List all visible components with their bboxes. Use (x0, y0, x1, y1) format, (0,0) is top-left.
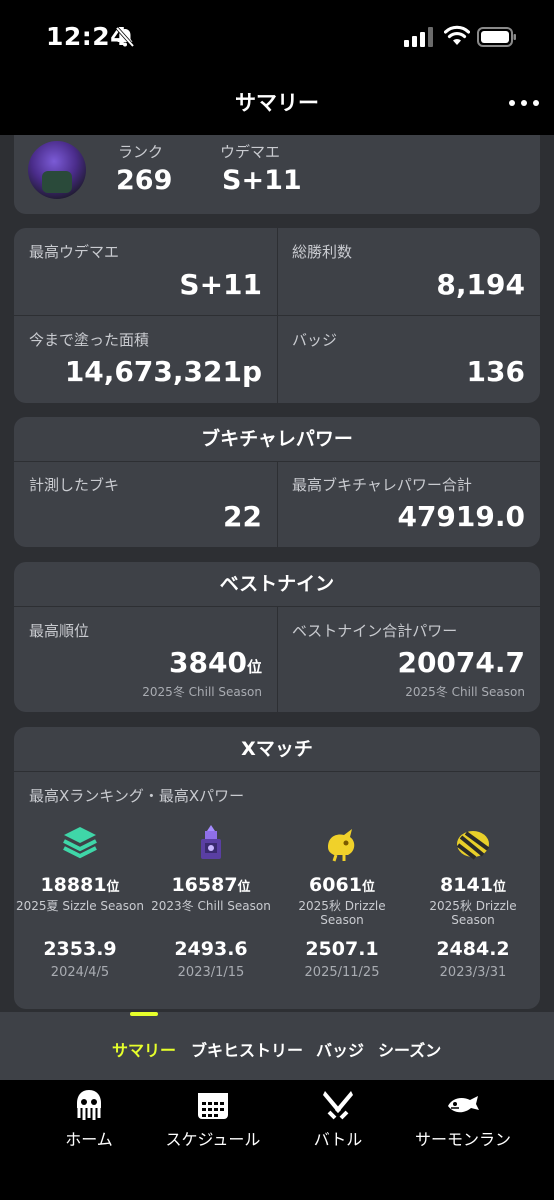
weapon-power-title: ブキチャレパワー (201, 428, 353, 450)
bottom-navigation: ホーム スケジュール バトル サーモンラン (0, 1080, 554, 1200)
x-entry-season: 2025秋 Drizzle Season (298, 899, 386, 927)
nav-home-label: ホーム (65, 1130, 113, 1149)
x-entry-rank: 8141位 (440, 874, 506, 896)
profile-card: ランク 269 ウデマエ S+11 (14, 135, 540, 214)
crossed-weapons-icon (323, 1091, 353, 1120)
bell-muted-icon (115, 26, 135, 48)
badges-label: バッジ (292, 331, 338, 349)
best-nine-power-value: 20074.7 (397, 646, 525, 679)
status-bar: 12:24 (0, 0, 554, 75)
x-match-title: Xマッチ (241, 738, 313, 760)
summary-content[interactable]: ランク 269 ウデマエ S+11 最高ウデマエ S+11 総勝利数 8,194… (0, 135, 554, 1012)
best-nine-card: ベストナイン 最高順位 3840位 2025冬 Chill Season ベスト… (14, 562, 540, 712)
best-nine-power-season: 2025冬 Chill Season (405, 685, 525, 699)
nav-schedule[interactable]: スケジュール (148, 1088, 278, 1150)
clam-blitz-icon (456, 831, 490, 860)
rainmaker-icon (328, 829, 355, 862)
x-entry-splat-zones (15, 823, 145, 863)
tower-control-icon (201, 825, 221, 859)
painted-value: 14,673,321p (64, 355, 262, 388)
x-entry-season: 2025夏 Sizzle Season (16, 899, 144, 913)
x-entry-power: 2484.2 (436, 938, 510, 960)
udemae-value: S+11 (222, 165, 302, 196)
x-entry-rank: 18881位 (40, 874, 120, 896)
salmon-icon (448, 1096, 479, 1113)
battery-icon (477, 27, 516, 47)
active-tab-indicator (130, 1012, 158, 1016)
app-header: サマリー (0, 75, 554, 135)
x-entry-power: 2353.9 (43, 938, 117, 960)
tab-seasons[interactable]: シーズン (378, 1037, 441, 1061)
x-entry-date: 2023/3/31 (439, 965, 507, 980)
badges-value: 136 (466, 355, 525, 388)
nav-battle[interactable]: バトル (273, 1088, 403, 1150)
x-entry-date: 2024/4/5 (50, 965, 110, 980)
nav-home[interactable]: ホーム (24, 1088, 154, 1150)
splat-zones-icon (63, 827, 97, 859)
max-weapon-power-label: 最高ブキチャレパワー合計 (292, 476, 472, 494)
max-rank-label: 最高順位 (29, 622, 90, 640)
x-entry-power: 2493.6 (174, 938, 248, 960)
x-entry-season: 2025秋 Drizzle Season (429, 899, 517, 927)
painted-label: 今まで塗った面積 (29, 331, 150, 349)
x-entry-date: 2023/1/15 (177, 965, 245, 980)
max-weapon-power-value: 47919.0 (397, 500, 525, 533)
cellular-signal-icon (404, 27, 433, 47)
max-rank-value: 3840位 (169, 646, 262, 679)
tab-badges[interactable]: バッジ (316, 1037, 364, 1061)
tab-summary[interactable]: サマリー (112, 1037, 176, 1061)
squid-home-icon (77, 1090, 101, 1120)
wins-label: 総勝利数 (292, 243, 353, 261)
more-options-icon[interactable] (508, 97, 540, 109)
summary-tab-bar: サマリー ブキヒストリー バッジ シーズン (0, 1012, 554, 1080)
nav-battle-label: バトル (313, 1130, 363, 1149)
max-udemae-value: S+11 (179, 268, 262, 301)
x-entry-power: 2507.1 (305, 938, 379, 960)
rank-value: 269 (116, 165, 173, 196)
x-entry-clam-blitz (408, 823, 538, 863)
wifi-icon (444, 25, 470, 45)
x-entry-season: 2023冬 Chill Season (151, 899, 271, 913)
max-udemae-label: 最高ウデマエ (29, 243, 120, 261)
measured-weapons-value: 22 (223, 500, 262, 533)
nav-salmon-run[interactable]: サーモンラン (398, 1088, 528, 1150)
rank-label: ランク (118, 143, 164, 161)
x-match-subtitle: 最高Xランキング・最高Xパワー (29, 787, 245, 805)
player-avatar (28, 141, 86, 199)
x-entry-date: 2025/11/25 (304, 965, 380, 980)
x-entry-rainmaker (277, 823, 407, 863)
best-nine-power-label: ベストナイン合計パワー (292, 622, 458, 640)
udemae-label: ウデマエ (220, 143, 281, 161)
page-title: サマリー (235, 91, 319, 115)
x-entry-rank: 6061位 (309, 874, 375, 896)
wins-value: 8,194 (436, 268, 525, 301)
max-rank-season: 2025冬 Chill Season (142, 685, 262, 699)
tab-weapon-history[interactable]: ブキヒストリー (191, 1037, 303, 1061)
weapon-power-card: ブキチャレパワー 計測したブキ 22 最高ブキチャレパワー合計 47919.0 (14, 417, 540, 547)
x-entry-tower-control (146, 823, 276, 863)
x-entry-rank: 16587位 (171, 874, 251, 896)
nav-schedule-label: スケジュール (165, 1130, 261, 1149)
nav-salmon-run-label: サーモンラン (414, 1130, 511, 1149)
calendar-icon (198, 1093, 228, 1119)
x-match-card: Xマッチ 最高Xランキング・最高Xパワー 18881位 2025夏 Sizzle… (14, 727, 540, 1009)
stats-card: 最高ウデマエ S+11 総勝利数 8,194 今まで塗った面積 14,673,3… (14, 228, 540, 403)
measured-weapons-label: 計測したブキ (29, 476, 120, 494)
best-nine-title: ベストナイン (219, 573, 335, 595)
